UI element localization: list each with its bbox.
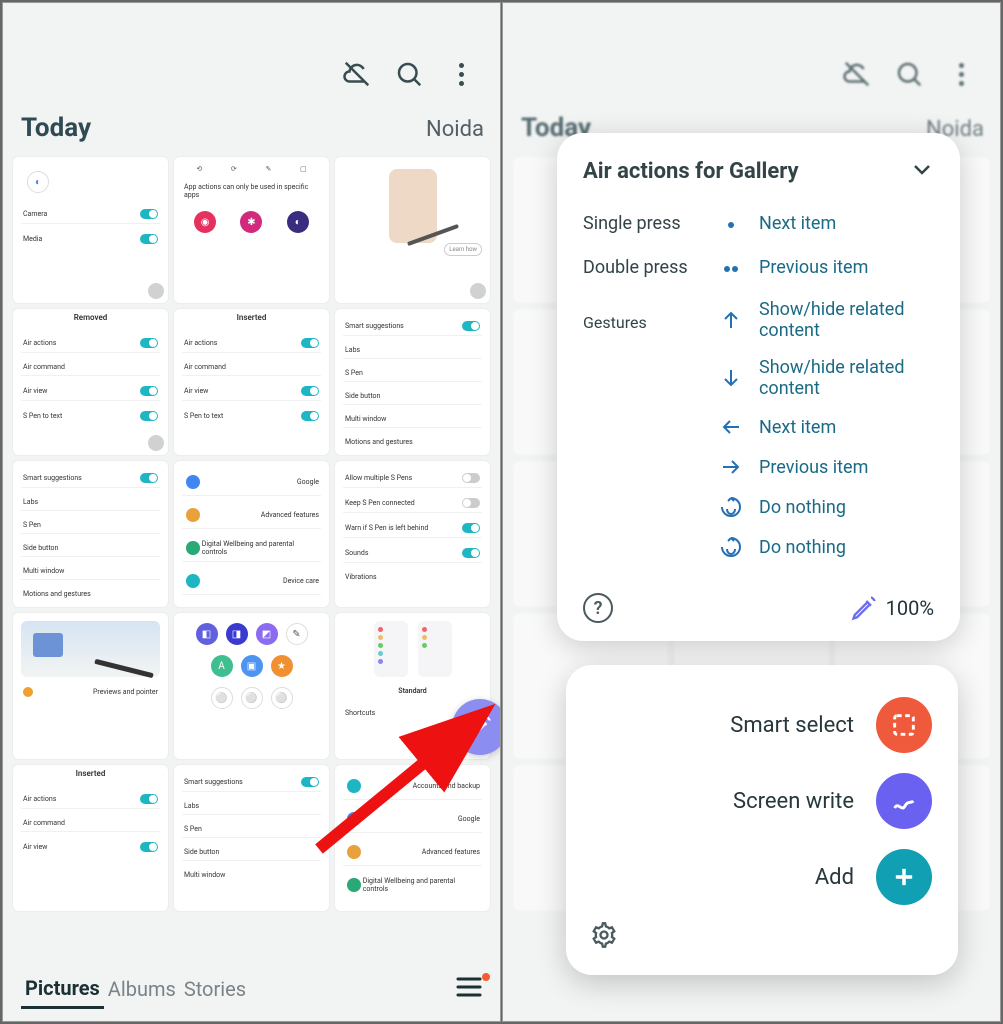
select-marker-icon: [148, 283, 164, 299]
tab-stories[interactable]: Stories: [180, 971, 250, 1007]
row-double-press[interactable]: Double press Previous item: [583, 247, 934, 291]
air-command-fab[interactable]: [452, 699, 501, 755]
arrow-up-icon: [711, 308, 751, 332]
thumbnail-grid: ◐ Camera Media ⟲⟳✎▢ App actions can only…: [3, 157, 500, 911]
settings-icon[interactable]: [590, 921, 618, 953]
bottom-tabs: Pictures Albums Stories: [3, 957, 500, 1021]
search-icon[interactable]: [894, 59, 924, 89]
cloud-off-icon[interactable]: [842, 59, 872, 89]
air-actions-panel: Air actions for Gallery Single press Nex…: [557, 133, 960, 641]
thumbnail[interactable]: Accounts and backup Google Advanced feat…: [335, 765, 490, 911]
help-icon[interactable]: ?: [583, 593, 613, 623]
thumbnail[interactable]: Previews and pointer: [13, 613, 168, 759]
notification-dot-icon: [482, 973, 490, 981]
tab-albums[interactable]: Albums: [104, 971, 180, 1007]
thumbnail[interactable]: Smart suggestions Labs S Pen Side button…: [335, 309, 490, 455]
spen-battery: 100%: [850, 594, 934, 622]
tab-menu-icon[interactable]: [456, 977, 482, 1001]
thumbnail[interactable]: Inserted Air actions Air command Air vie…: [13, 765, 168, 911]
thumbnail[interactable]: ◧ ◨ ◩ ✎ A ▣ ★ ⚪ ⚪ ⚪: [174, 613, 329, 759]
thumbnail[interactable]: Removed Air actions Air command Air view…: [13, 309, 168, 455]
row-single-press[interactable]: Single press Next item: [583, 203, 934, 247]
collapse-icon[interactable]: [910, 157, 934, 185]
rotate-ccw-icon: [711, 495, 751, 519]
arrow-down-icon: [711, 366, 751, 390]
dot-icon: [711, 213, 751, 237]
cloud-off-icon[interactable]: [342, 59, 372, 89]
select-marker-icon: [470, 283, 486, 299]
row-gesture-ccw[interactable]: Do nothing: [583, 487, 934, 527]
row-gesture-up[interactable]: Gestures Show/hide related content: [583, 291, 934, 349]
thumbnail[interactable]: Learn how: [335, 157, 490, 303]
arrow-right-icon: [711, 455, 751, 479]
thumbnail[interactable]: Inserted Air actions Air command Air vie…: [174, 309, 329, 455]
gallery-pane-right: Today Noida Air actions for Gallery Sing…: [502, 2, 1001, 1022]
thumbnail[interactable]: ◐ Camera Media: [13, 157, 168, 303]
row-gesture-left[interactable]: Next item: [583, 407, 934, 447]
add-icon: [876, 849, 932, 905]
panel-title: Air actions for Gallery: [583, 159, 799, 184]
thumbnail[interactable]: Allow multiple S Pens Keep S Pen connect…: [335, 461, 490, 607]
ac-smart-select[interactable]: Smart select: [590, 687, 936, 763]
ac-add[interactable]: Add: [590, 839, 936, 915]
rotate-cw-icon: [711, 535, 751, 559]
row-gesture-down[interactable]: Show/hide related content: [583, 349, 934, 407]
section-label: Today: [21, 113, 91, 143]
thumbnail[interactable]: ⟲⟳✎▢ App actions can only be used in spe…: [174, 157, 329, 303]
topbar: [3, 3, 500, 103]
thumbnail[interactable]: Smart suggestions Labs S Pen Side button…: [13, 461, 168, 607]
tab-pictures[interactable]: Pictures: [21, 970, 104, 1009]
smart-select-icon: [876, 697, 932, 753]
section-header: Today Noida: [3, 103, 500, 157]
screen-write-icon: [876, 773, 932, 829]
gallery-pane-left: Today Noida ◐ Camera Media ⟲⟳✎▢ App acti…: [2, 2, 501, 1022]
double-dot-icon: [711, 257, 751, 281]
thumbnail[interactable]: Google Advanced features Digital Wellbei…: [174, 461, 329, 607]
air-command-menu: Smart select Screen write Add: [566, 665, 958, 975]
location-label: Noida: [426, 117, 484, 142]
ac-screen-write[interactable]: Screen write: [590, 763, 936, 839]
more-icon[interactable]: [446, 59, 476, 89]
more-icon[interactable]: [946, 59, 976, 89]
search-icon[interactable]: [394, 59, 424, 89]
thumbnail[interactable]: Smart suggestions Labs S Pen Side button…: [174, 765, 329, 911]
row-gesture-right[interactable]: Previous item: [583, 447, 934, 487]
arrow-left-icon: [711, 415, 751, 439]
row-gesture-cw[interactable]: Do nothing: [583, 527, 934, 567]
